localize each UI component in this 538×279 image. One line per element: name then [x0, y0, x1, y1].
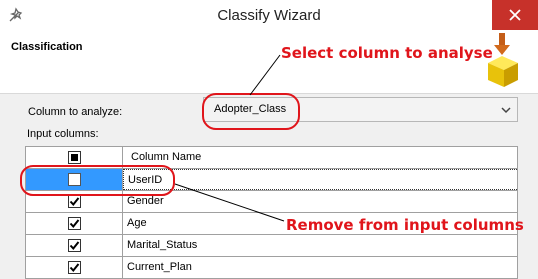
checkmark-icon: [69, 241, 80, 251]
checkmark-icon: [69, 197, 80, 207]
column-name-cell[interactable]: UserID: [123, 169, 518, 190]
include-checkbox[interactable]: [68, 239, 81, 252]
window-title: Classify Wizard: [217, 7, 321, 24]
column-name-header[interactable]: Column Name: [123, 147, 518, 168]
grid-header-row: Column Name: [26, 147, 518, 169]
chevron-down-icon[interactable]: [500, 104, 512, 116]
checkmark-icon: [69, 263, 80, 273]
close-button[interactable]: [492, 0, 538, 30]
column-name-cell[interactable]: Gender: [123, 191, 518, 212]
table-row[interactable]: UserID: [26, 169, 518, 191]
page-title: Classification: [11, 41, 83, 53]
table-row[interactable]: Gender: [26, 191, 518, 213]
include-checkbox[interactable]: [68, 261, 81, 274]
select-all-cell: [26, 147, 123, 168]
column-to-analyze-label: Column to analyze:: [28, 106, 123, 118]
column-to-analyze-dropdown[interactable]: Adopter_Class: [203, 97, 518, 122]
close-icon: [509, 9, 521, 21]
wizard-header: Classification: [0, 32, 538, 94]
input-columns-label: Input columns:: [27, 128, 99, 140]
include-checkbox[interactable]: [68, 173, 81, 186]
checkmark-icon: [69, 219, 80, 229]
column-to-analyze-value: Adopter_Class: [214, 103, 287, 115]
include-checkbox[interactable]: [68, 217, 81, 230]
column-name-cell[interactable]: Marital_Status: [123, 235, 518, 256]
select-all-checkbox[interactable]: [68, 151, 81, 164]
title-bar: Classify Wizard: [0, 0, 538, 32]
table-row[interactable]: Marital_Status: [26, 235, 518, 257]
input-columns-grid: Column Name UserID Gender Age Marital_St…: [25, 146, 518, 279]
include-checkbox[interactable]: [68, 195, 81, 208]
indeterminate-icon: [71, 154, 78, 161]
annotation-remove-input: Remove from input columns: [286, 216, 524, 234]
grid-right-border: [517, 146, 518, 279]
table-row[interactable]: Current_Plan: [26, 257, 518, 279]
annotation-select-column: Select column to analyse: [281, 44, 493, 62]
column-name-cell[interactable]: Current_Plan: [123, 257, 518, 278]
